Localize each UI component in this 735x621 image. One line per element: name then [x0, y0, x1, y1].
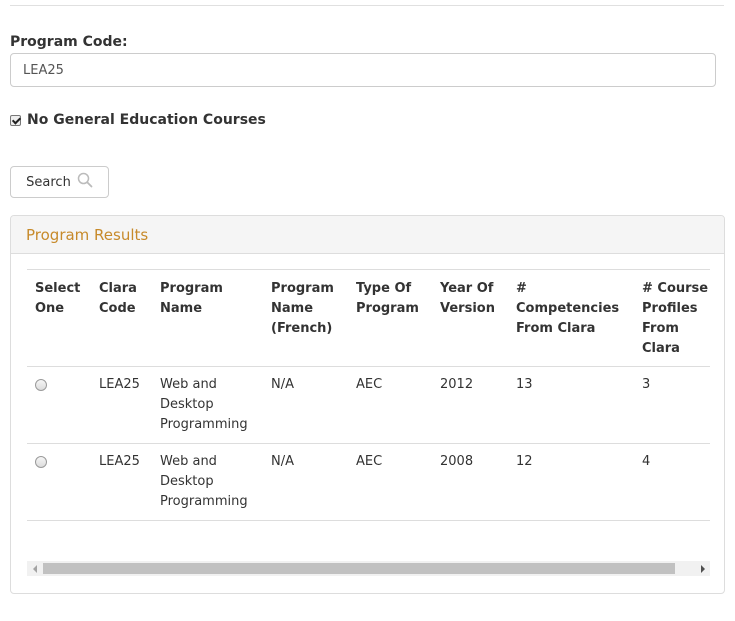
competencies-cell: 13 [508, 366, 634, 444]
table-row: LEA25 Web and Desktop Programming N/A AE… [27, 443, 710, 521]
no-gen-ed-label: No General Education Courses [27, 112, 266, 128]
program-name-cell: Web and Desktop Programming [152, 443, 263, 521]
program-results-panel: Program Results Select One Clara Code Pr… [10, 215, 725, 594]
year-cell: 2012 [432, 366, 508, 444]
course-profiles-cell: 4 [634, 443, 710, 521]
column-header: Type Of Program [348, 269, 432, 367]
search-icon [77, 172, 93, 192]
program-name-french-cell: N/A [263, 443, 348, 521]
select-radio[interactable] [35, 379, 47, 391]
table-header-row: Select One Clara Code Program Name Progr… [27, 269, 710, 367]
no-gen-ed-row[interactable]: No General Education Courses [10, 112, 266, 128]
column-header: # Course Profiles From Clara [634, 269, 710, 367]
top-divider [10, 5, 724, 6]
year-cell: 2008 [432, 443, 508, 521]
column-header: # Competencies From Clara [508, 269, 634, 367]
clara-code-cell: LEA25 [91, 443, 152, 521]
select-cell [27, 366, 91, 444]
horizontal-scrollbar[interactable] [27, 561, 710, 576]
no-gen-ed-checkbox[interactable] [10, 114, 21, 126]
select-radio[interactable] [35, 456, 47, 468]
chevron-right-icon[interactable] [695, 561, 710, 576]
results-table-container[interactable]: Select One Clara Code Program Name Progr… [27, 269, 710, 561]
program-name-cell: Web and Desktop Programming [152, 366, 263, 444]
column-header: Program Name (French) [263, 269, 348, 367]
program-code-label: Program Code: [10, 34, 128, 50]
panel-title: Program Results [26, 225, 149, 244]
program-type-cell: AEC [348, 443, 432, 521]
search-button-label: Search [26, 174, 71, 190]
program-type-cell: AEC [348, 366, 432, 444]
chevron-left-icon[interactable] [27, 561, 42, 576]
course-profiles-cell: 3 [634, 366, 710, 444]
program-code-input[interactable] [10, 53, 716, 87]
column-header: Clara Code [91, 269, 152, 367]
column-header: Year Of Version [432, 269, 508, 367]
competencies-cell: 12 [508, 443, 634, 521]
program-name-french-cell: N/A [263, 366, 348, 444]
search-button[interactable]: Search [10, 166, 109, 198]
clara-code-cell: LEA25 [91, 366, 152, 444]
column-header: Program Name [152, 269, 263, 367]
column-header: Select One [27, 269, 91, 367]
panel-heading: Program Results [11, 216, 724, 254]
results-table: Select One Clara Code Program Name Progr… [27, 269, 710, 521]
table-row: LEA25 Web and Desktop Programming N/A AE… [27, 366, 710, 444]
select-cell [27, 443, 91, 521]
scrollbar-thumb[interactable] [43, 563, 675, 574]
